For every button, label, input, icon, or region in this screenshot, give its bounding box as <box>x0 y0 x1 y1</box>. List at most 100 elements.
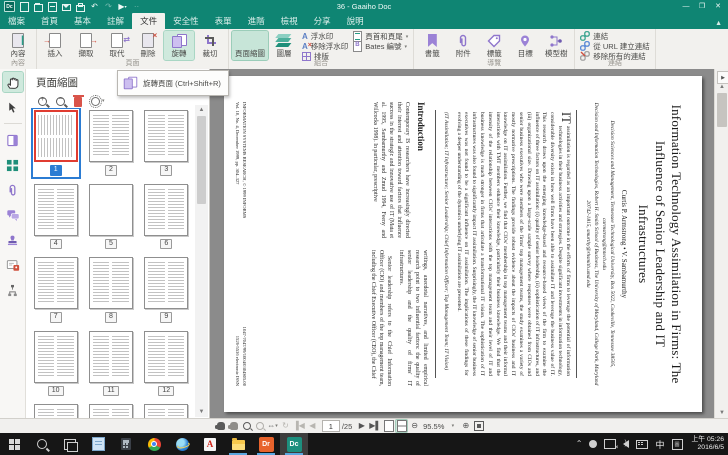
tab-forms[interactable]: 表單 <box>207 13 240 29</box>
document-viewport[interactable]: Information Technology Assimilation in F… <box>210 69 714 418</box>
rotate-pages-button[interactable]: 旋轉 <box>163 30 195 61</box>
redo-icon[interactable]: ↷ <box>104 2 113 11</box>
crop-page-button[interactable]: 裁切 <box>195 31 225 60</box>
maximize-button[interactable]: ❐ <box>695 2 709 12</box>
extract-page-button[interactable]: → 擷取 <box>71 31 101 60</box>
task-view-button[interactable] <box>56 433 84 455</box>
select-tool-button[interactable] <box>3 97 23 117</box>
tab-home[interactable]: 首頁 <box>33 13 66 29</box>
link-button[interactable]: 連結 <box>580 30 649 41</box>
doc-scroll-down-icon[interactable]: ▼ <box>715 410 728 416</box>
model-tree-button[interactable]: 模型樹 <box>541 31 571 60</box>
page-thumbnails-button[interactable]: 頁面縮圖 <box>231 30 269 61</box>
tab-share[interactable]: 分享 <box>306 13 339 29</box>
acrobat-app-button[interactable]: A <box>196 433 224 455</box>
touch-keyboard-icon[interactable] <box>636 439 649 449</box>
doc-scroll-up-icon[interactable]: ▲ <box>715 84 728 90</box>
thumbnail-item[interactable]: 7 <box>32 255 80 325</box>
first-page-icon[interactable]: ▐◀ <box>293 420 305 432</box>
chrome-app-button[interactable] <box>140 433 168 455</box>
thumbnail-item[interactable]: 13 <box>32 402 80 418</box>
thumbnail-item[interactable]: 3 <box>142 108 190 178</box>
thumbnail-item[interactable]: 5 <box>87 182 135 252</box>
marquee-zoom-icon[interactable] <box>241 420 252 432</box>
thumbnail-item[interactable]: 4 <box>32 182 80 252</box>
network-icon[interactable] <box>604 439 618 451</box>
show-hidden-icons[interactable]: ⌃ <box>576 440 583 448</box>
taskbar-search-button[interactable] <box>28 433 56 455</box>
loupe-tool-icon[interactable] <box>254 420 265 432</box>
start-button[interactable] <box>0 433 28 455</box>
insert-page-button[interactable]: → 插入 <box>40 31 70 60</box>
destinations-button[interactable]: 目標 <box>510 31 540 60</box>
ime-language-indicator[interactable]: 中 <box>655 438 664 451</box>
notepad-app-button[interactable] <box>84 433 112 455</box>
doc-scrollbar-thumb[interactable] <box>717 93 727 127</box>
thumbnail-item[interactable]: 6 <box>142 182 190 252</box>
next-page-icon[interactable]: ▶ <box>356 420 367 432</box>
file-explorer-button[interactable] <box>224 433 252 455</box>
page-number-input[interactable] <box>321 420 340 432</box>
gaaiho-drive-button[interactable]: Dr <box>252 433 280 455</box>
header-footer-button[interactable]: 頁首和頁尾 ▾ <box>353 31 408 42</box>
link-from-url-button[interactable]: 從 URL 建立連結 <box>580 40 650 51</box>
tab-comment[interactable]: 註解 <box>99 13 132 29</box>
tab-help[interactable]: 說明 <box>339 13 372 29</box>
tags-button[interactable]: 標籤 <box>479 31 509 60</box>
tab-file[interactable]: 檔案 <box>0 13 33 29</box>
bookmarks-button[interactable]: 書籤 <box>417 31 447 60</box>
panel-collapse-icon[interactable]: ▶ <box>717 71 728 84</box>
save-icon[interactable] <box>48 1 57 12</box>
tab-document[interactable]: 文件 <box>132 13 166 29</box>
speaker-icon[interactable] <box>623 440 630 448</box>
thumbnails-panel-button[interactable] <box>3 155 23 175</box>
layers-button[interactable]: 圖層 <box>269 31 299 60</box>
email-icon[interactable] <box>62 2 71 11</box>
scroll-up-icon[interactable]: ▲ <box>195 105 208 115</box>
snapshot-tool-icon[interactable] <box>227 420 239 432</box>
undo-icon[interactable]: ↶ <box>90 2 99 11</box>
thumbnail-item[interactable]: 1 <box>30 108 81 179</box>
panel-scrollbar-thumb[interactable] <box>197 116 206 204</box>
replace-page-button[interactable]: ⇄ 取代 <box>102 31 132 60</box>
minimize-button[interactable]: — <box>679 2 693 12</box>
watermark-button[interactable]: A 浮水印 <box>302 32 348 41</box>
calculator-app-button[interactable] <box>112 433 140 455</box>
fit-width-icon[interactable]: ⇔ ▾ <box>267 420 278 432</box>
zoom-out-thumbnails-icon[interactable]: − <box>56 96 65 106</box>
open-file-icon[interactable] <box>34 2 43 12</box>
attachments-button[interactable]: 附件 <box>448 31 478 60</box>
remove-watermark-button[interactable]: A 移除浮水印 <box>302 42 348 52</box>
tab-view[interactable]: 檢視 <box>273 13 306 29</box>
previous-page-icon[interactable]: ◀ <box>307 420 318 432</box>
zoom-in-thumbnails-icon[interactable]: + <box>38 96 47 106</box>
select-tool-icon[interactable]: ▶ ▾ <box>118 2 127 11</box>
ime-mode-icon[interactable]: 圖 <box>671 438 683 450</box>
panel-options-button[interactable]: ▾ <box>89 94 105 108</box>
taskbar-clock[interactable]: 上午 05:26 2016/6/5 <box>690 436 725 453</box>
thumbnail-item[interactable]: 11 <box>87 329 135 399</box>
properties-button[interactable]: ▎ 內容 <box>3 31 33 60</box>
browser-app-button[interactable] <box>168 433 196 455</box>
bates-numbering-button[interactable]: Bates 編號 ▾ <box>353 41 408 52</box>
gaaiho-doc-button[interactable]: Dc <box>280 433 308 455</box>
thumbnail-item[interactable]: 8 <box>87 255 135 325</box>
thumbnail-item[interactable]: 12 <box>142 329 190 399</box>
hand-tool-button[interactable] <box>1 71 24 93</box>
stamps-panel-button[interactable] <box>3 230 23 250</box>
zoom-level[interactable]: 95.5% <box>423 422 444 431</box>
tab-advanced[interactable]: 進階 <box>240 13 273 29</box>
tab-basic[interactable]: 基本 <box>66 13 99 29</box>
close-button[interactable]: ✕ <box>711 2 725 12</box>
tray-app-icon[interactable] <box>589 440 598 448</box>
fullscreen-icon[interactable] <box>473 420 484 432</box>
thumbnail-item[interactable]: 15 <box>142 402 190 418</box>
previous-view-icon[interactable]: ↻ <box>280 420 291 432</box>
model-tree-panel-button[interactable] <box>3 280 23 300</box>
print-icon[interactable] <box>76 2 85 12</box>
single-page-view-icon[interactable] <box>383 420 394 432</box>
bookmarks-panel-button[interactable] <box>3 130 23 150</box>
delete-page-button[interactable]: × 刪除 <box>133 31 163 60</box>
delete-page-trash-icon[interactable] <box>72 95 84 107</box>
zoom-out-icon[interactable]: ⊖ <box>409 420 420 432</box>
